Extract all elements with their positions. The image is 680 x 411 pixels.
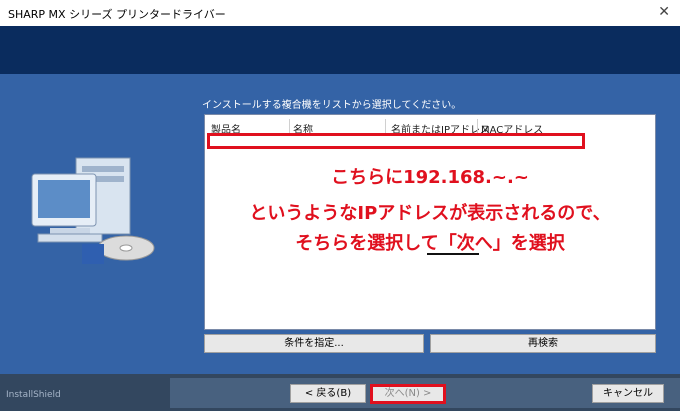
column-divider [477, 119, 478, 133]
next-button[interactable]: 次へ(N) > [370, 384, 446, 404]
instruction-text: インストールする複合機をリストから選択してください。 [202, 100, 462, 111]
computer-illustration-icon [31, 157, 155, 264]
close-icon[interactable]: ✕ [658, 4, 670, 20]
annotation-underline [427, 253, 479, 255]
window-title: SHARP MX シリーズ プリンタードライバー [8, 8, 226, 21]
annotation-line-3: そちらを選択して「次へ」を選択 [295, 233, 565, 254]
installshield-brand: InstallShield [6, 390, 61, 400]
title-bar: SHARP MX シリーズ プリンタードライバー ✕ [0, 0, 680, 27]
header-banner [0, 26, 680, 74]
annotation-line-2: というようなIPアドレスが表示されるので、 [249, 203, 611, 224]
printer-list[interactable]: 製品名 名称 名前またはIPアドレス MACアドレス こちらに192.168.~… [204, 114, 656, 330]
annotation-line-1: こちらに192.168.~.~ [331, 167, 529, 188]
specify-conditions-button[interactable]: 条件を指定... [204, 334, 424, 353]
back-button[interactable]: < 戻る(B) [290, 384, 366, 403]
highlighted-row-box [207, 133, 585, 149]
research-button[interactable]: 再検索 [430, 334, 656, 353]
cancel-button[interactable]: キャンセル [592, 384, 664, 403]
column-divider [385, 119, 386, 133]
column-divider [289, 119, 290, 133]
